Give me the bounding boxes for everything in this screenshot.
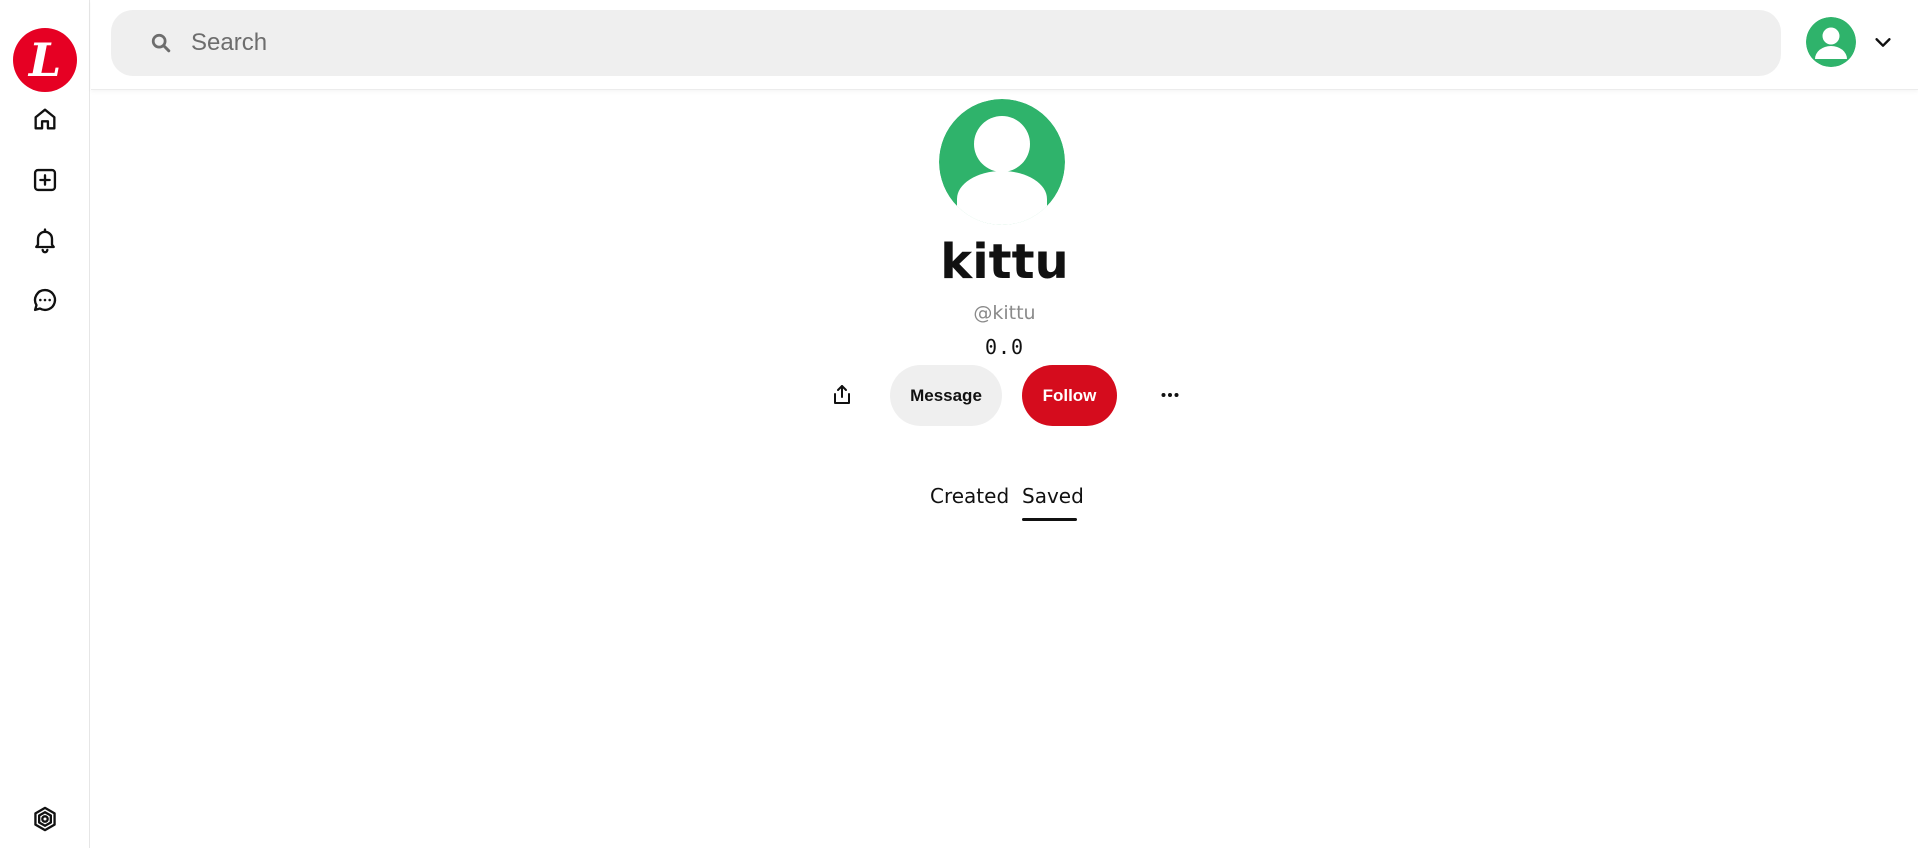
profile-stats: 0.0 — [0, 335, 1918, 359]
home-icon[interactable] — [27, 101, 63, 137]
profile-stats-text: 0.0 — [984, 335, 1025, 359]
tab-created[interactable]: Created — [930, 484, 1009, 508]
profile-name: kittu — [0, 234, 1918, 290]
active-tab-indicator — [1022, 518, 1077, 521]
top-header — [91, 0, 1918, 90]
share-icon[interactable] — [820, 373, 864, 417]
search-input[interactable] — [189, 23, 1689, 63]
search-icon — [149, 31, 173, 55]
profile-avatar — [939, 99, 1065, 225]
message-button[interactable]: Message — [890, 365, 1002, 426]
user-avatar[interactable] — [1806, 17, 1856, 67]
create-plus-icon[interactable] — [27, 162, 63, 198]
search-bar[interactable] — [111, 10, 1781, 76]
app-logo[interactable]: L — [13, 28, 77, 92]
more-options-icon[interactable] — [1150, 377, 1190, 413]
follow-button[interactable]: Follow — [1022, 365, 1117, 426]
sidebar: L — [0, 0, 90, 848]
profile-handle-text: @kittu — [973, 302, 1036, 324]
logo-letter: L — [28, 33, 62, 87]
profile-handle: @kittu — [0, 302, 1918, 324]
tab-saved[interactable]: Saved — [1022, 484, 1084, 508]
chevron-down-icon[interactable] — [1871, 30, 1895, 54]
profile-name-text: kittu — [940, 234, 1069, 290]
settings-hexagon-icon[interactable] — [27, 801, 63, 837]
